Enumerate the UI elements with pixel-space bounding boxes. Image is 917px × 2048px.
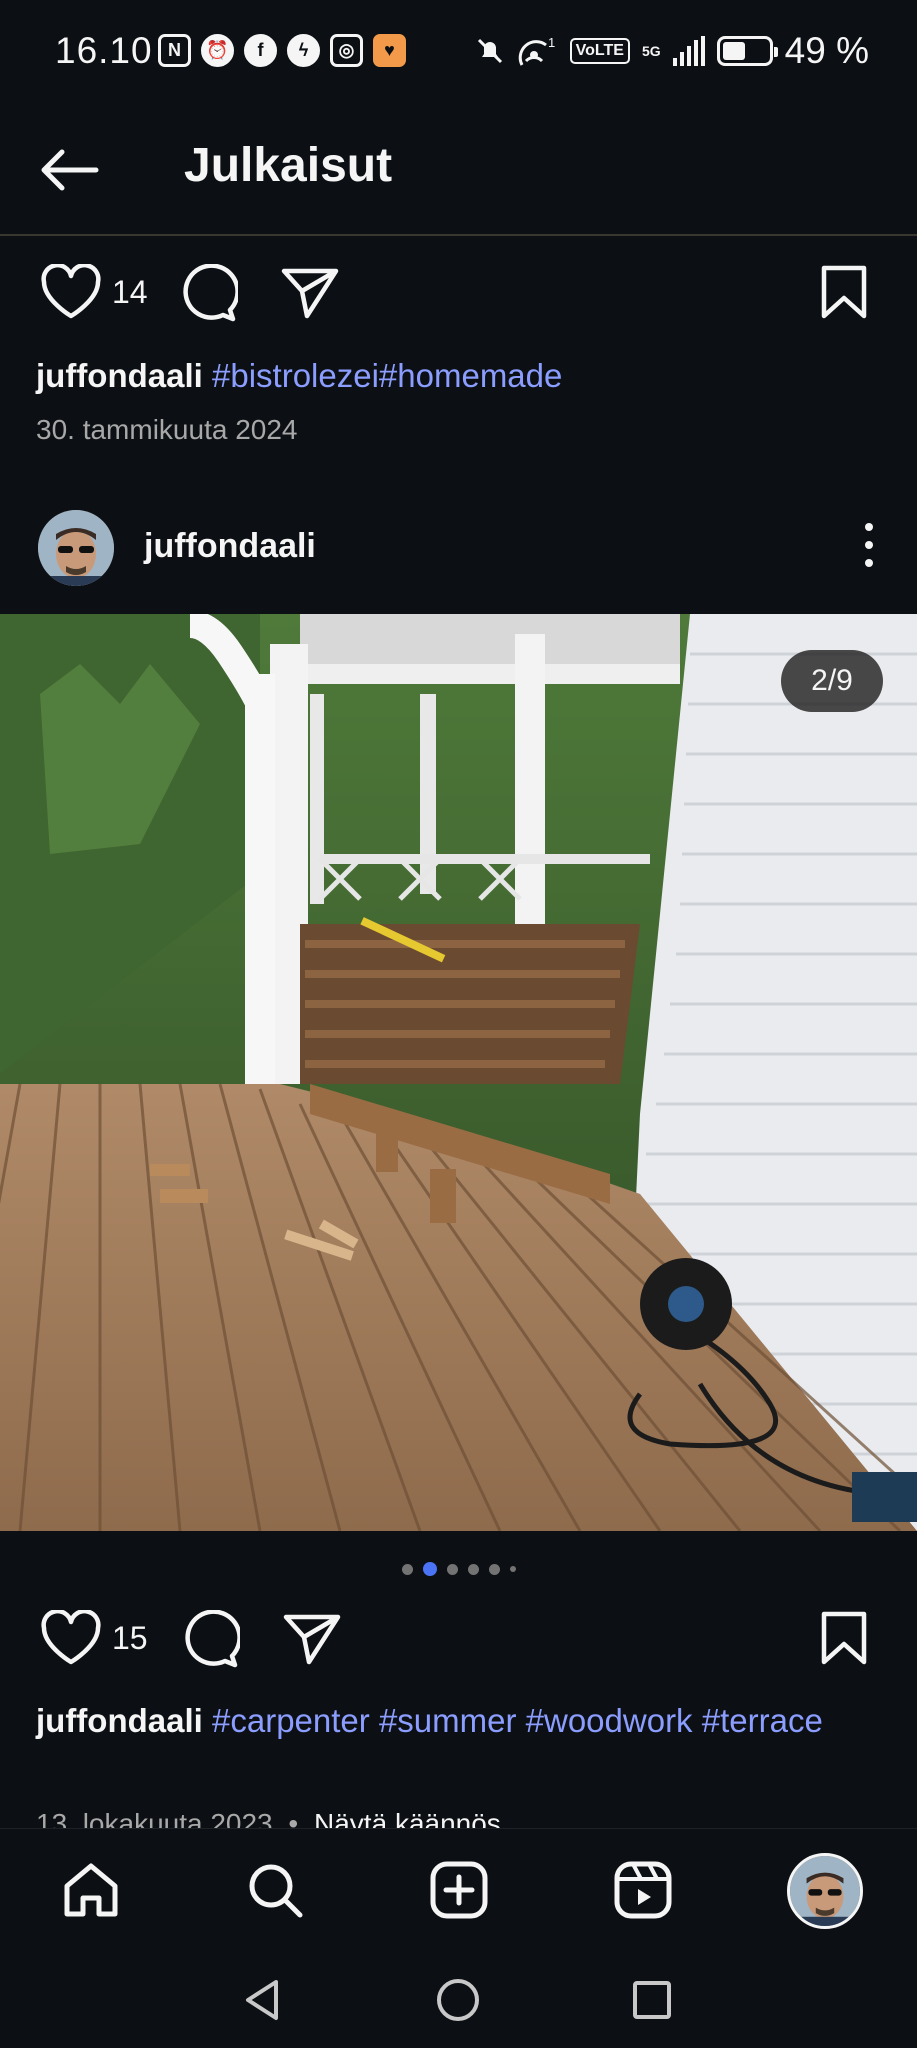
caption-hashtag[interactable]: #woodwork [526,1702,693,1739]
terrace-photo [0,614,917,1531]
post-actions-top: 14 [0,252,917,332]
like-button[interactable]: 14 [40,264,148,320]
reels-icon [614,1861,672,1919]
nfc-icon: N [158,34,191,67]
carousel-dot [401,1563,413,1575]
nav-profile-button[interactable] [787,1853,863,1929]
arrow-left-icon [41,149,99,191]
plus-square-icon [430,1861,488,1919]
caption-hashtag[interactable]: #terrace [702,1702,823,1739]
system-navigation [0,1952,917,2048]
bookmark-icon [821,265,867,319]
system-recents-button[interactable] [628,1976,676,2024]
carousel-dot [509,1566,516,1572]
page-title: Julkaisut [184,139,393,192]
nav-search-button[interactable] [242,1857,308,1923]
comment-button[interactable] [180,1610,240,1668]
caption-hashtag[interactable]: #summer [379,1702,517,1739]
circle-home-icon [437,1979,479,2021]
more-options-button[interactable] [861,523,877,567]
comment-icon [183,264,238,322]
more-vertical-icon [865,523,873,531]
post-image[interactable]: 2/9 [0,614,917,1531]
paper-plane-icon [283,1614,341,1665]
search-icon [249,1864,303,1918]
hotspot-icon: 1 [518,35,555,66]
nav-create-button[interactable] [426,1857,492,1923]
battery-percent: 49 % [784,30,869,71]
status-bar: 16.10 N ⏰ f ϟ ◎ ♥ 1 VoLTE 5G 49 % [0,0,917,104]
notification-icons: N ⏰ f ϟ ◎ ♥ [158,34,406,67]
square-recents-icon [633,1981,671,2019]
comment-button[interactable] [178,264,238,322]
caption-username[interactable]: juffondaali [36,357,203,394]
nav-reels-button[interactable] [610,1857,676,1923]
profile-avatar [790,1856,860,1926]
image-counter: 2/9 [781,650,883,712]
facebook-icon: f [244,34,277,67]
heart-icon [41,1610,101,1665]
like-count: 15 [112,1619,148,1656]
avatar[interactable] [38,510,114,586]
heart-icon [41,264,101,319]
save-button[interactable] [820,264,868,320]
network-type: 5G [641,43,661,59]
home-icon [64,1863,118,1917]
instagram-icon: ◎ [330,34,363,67]
carousel-dot [467,1563,479,1575]
caption-hashtags[interactable]: #bistrolezei#homemade [212,357,562,394]
share-button[interactable] [280,266,340,320]
post-caption-top: juffondaali #bistrolezei#homemade [36,352,886,400]
triangle-back-icon [246,1980,278,2020]
bottom-navigation [0,1828,917,1952]
carousel-dot-active [422,1562,437,1576]
mute-bell-icon [477,38,502,64]
carousel-dot [488,1563,500,1575]
like-count: 14 [112,273,148,310]
bookmark-icon [821,1611,867,1665]
system-back-button[interactable] [238,1976,286,2024]
carousel-indicator [0,1561,917,1577]
svg-text:1: 1 [548,35,555,50]
comment-icon [185,1610,240,1668]
post-username[interactable]: juffondaali [144,527,316,566]
alarm-icon: ⏰ [201,34,234,67]
volte-icon: VoLTE [569,38,630,64]
battery-icon [716,36,778,66]
avatar-image [38,510,114,586]
save-button[interactable] [820,1610,868,1666]
post-actions: 15 [0,1598,917,1678]
post-date-top: 30. tammikuuta 2024 [36,414,298,445]
caption-username[interactable]: juffondaali [36,1702,203,1739]
carousel-dot [446,1563,458,1575]
messenger-icon: ϟ [287,34,320,67]
share-button[interactable] [282,1612,342,1666]
back-button[interactable] [38,142,102,198]
post-header: juffondaali [0,505,917,591]
app-header: Julkaisut [0,104,917,236]
status-time: 16.10 [55,30,153,71]
nav-home-button[interactable] [58,1857,124,1923]
system-status-icons: 1 VoLTE 5G 49 % [474,30,869,72]
app-notification-icon: ♥ [373,34,406,67]
paper-plane-icon [281,268,339,319]
signal-icon [672,36,705,66]
like-button[interactable]: 15 [40,1610,148,1666]
post-caption: juffondaali #carpenter #summer #woodwork… [36,1697,886,1745]
caption-hashtag[interactable]: #carpenter [212,1702,370,1739]
system-home-button[interactable] [434,1976,482,2024]
